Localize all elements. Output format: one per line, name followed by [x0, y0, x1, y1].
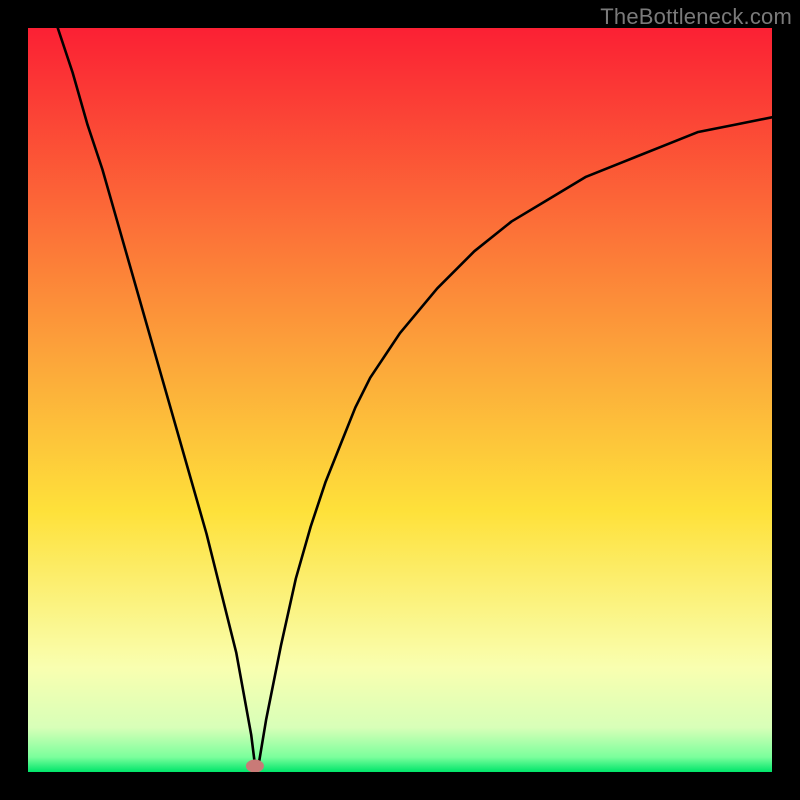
chart-frame [28, 28, 772, 772]
watermark-text: TheBottleneck.com [600, 4, 792, 30]
minimum-marker [246, 760, 264, 772]
bottleneck-plot [28, 28, 772, 772]
gradient-background [28, 28, 772, 772]
